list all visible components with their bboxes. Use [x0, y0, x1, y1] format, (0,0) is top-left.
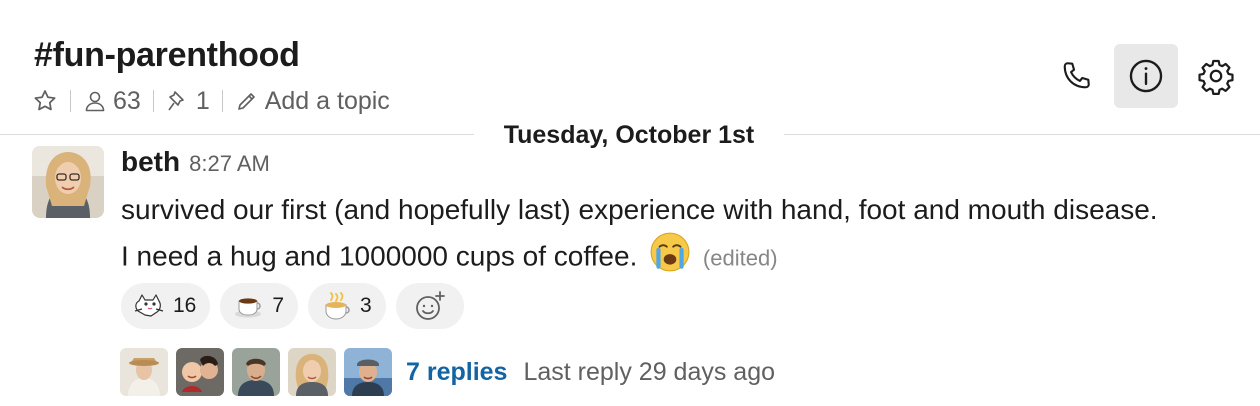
thread-replies-link[interactable]: 7 replies	[406, 358, 507, 387]
meta-separator	[152, 90, 154, 112]
member-count-button[interactable]: 63	[83, 87, 141, 116]
hot-coffee-cup-emoji	[325, 292, 350, 320]
pinned-count: 1	[195, 86, 210, 115]
call-button[interactable]	[1044, 44, 1108, 108]
pencil-icon	[237, 93, 255, 110]
star-button[interactable]	[32, 88, 58, 114]
reply-avatar	[288, 348, 336, 396]
reaction-pill[interactable]: 7	[220, 283, 299, 329]
message-header: beth 8:27 AM	[121, 146, 270, 178]
channel-name[interactable]: #fun-parenthood	[34, 36, 300, 75]
message-text-line: I need a hug and 1000000 cups of coffee.	[121, 240, 638, 272]
meta-separator	[70, 90, 71, 112]
message-timestamp[interactable]: 8:27 AM	[189, 151, 270, 177]
message-body: survived our first (and hopefully last) …	[121, 188, 1241, 285]
star-icon	[34, 90, 56, 111]
message-text-line-2: I need a hug and 1000000 cups of coffee.…	[121, 231, 1241, 285]
reply-avatar	[232, 348, 280, 396]
edited-label: (edited)	[702, 245, 778, 271]
pinned-count-button[interactable]: 1	[166, 87, 210, 116]
channel-meta-row: 63 1 Add a topic	[32, 86, 390, 116]
reply-avatar	[344, 348, 392, 396]
details-button[interactable]	[1114, 44, 1178, 108]
hug-cat-emoji	[134, 294, 164, 317]
header-actions	[1044, 44, 1248, 108]
add-topic-label: Add a topic	[264, 86, 390, 115]
settings-button[interactable]	[1184, 44, 1248, 108]
reaction-pill[interactable]: 16	[121, 283, 211, 329]
person-icon	[85, 91, 105, 112]
add-reaction-button[interactable]	[395, 283, 464, 329]
gear-icon	[1198, 59, 1234, 95]
avatar-photo	[32, 146, 104, 218]
message-author[interactable]: beth	[121, 146, 180, 178]
coffee-emoji	[235, 298, 262, 318]
pin-icon	[168, 91, 184, 111]
reaction-count: 7	[272, 294, 285, 317]
reply-avatar	[176, 348, 224, 396]
info-icon	[1129, 59, 1163, 93]
add-emoji-icon	[415, 291, 445, 320]
reaction-count: 3	[360, 294, 372, 317]
date-divider[interactable]: Tuesday, October 1st	[474, 116, 784, 154]
crying-face-emoji	[649, 231, 691, 285]
add-topic-button[interactable]: Add a topic	[235, 87, 390, 116]
reaction-count: 16	[173, 294, 197, 317]
member-count: 63	[113, 86, 141, 115]
thread-last-reply: Last reply 29 days ago	[523, 357, 776, 386]
meta-separator	[221, 90, 223, 112]
reaction-pill[interactable]: 3	[308, 283, 386, 329]
reply-avatar	[120, 348, 168, 396]
phone-icon	[1063, 62, 1090, 89]
reactions-bar: 16 7 3	[121, 283, 464, 329]
message-text-line: survived our first (and hopefully last) …	[121, 194, 1158, 225]
thread-summary[interactable]: 7 replies Last reply 29 days ago	[120, 348, 775, 396]
avatar[interactable]	[32, 146, 104, 218]
